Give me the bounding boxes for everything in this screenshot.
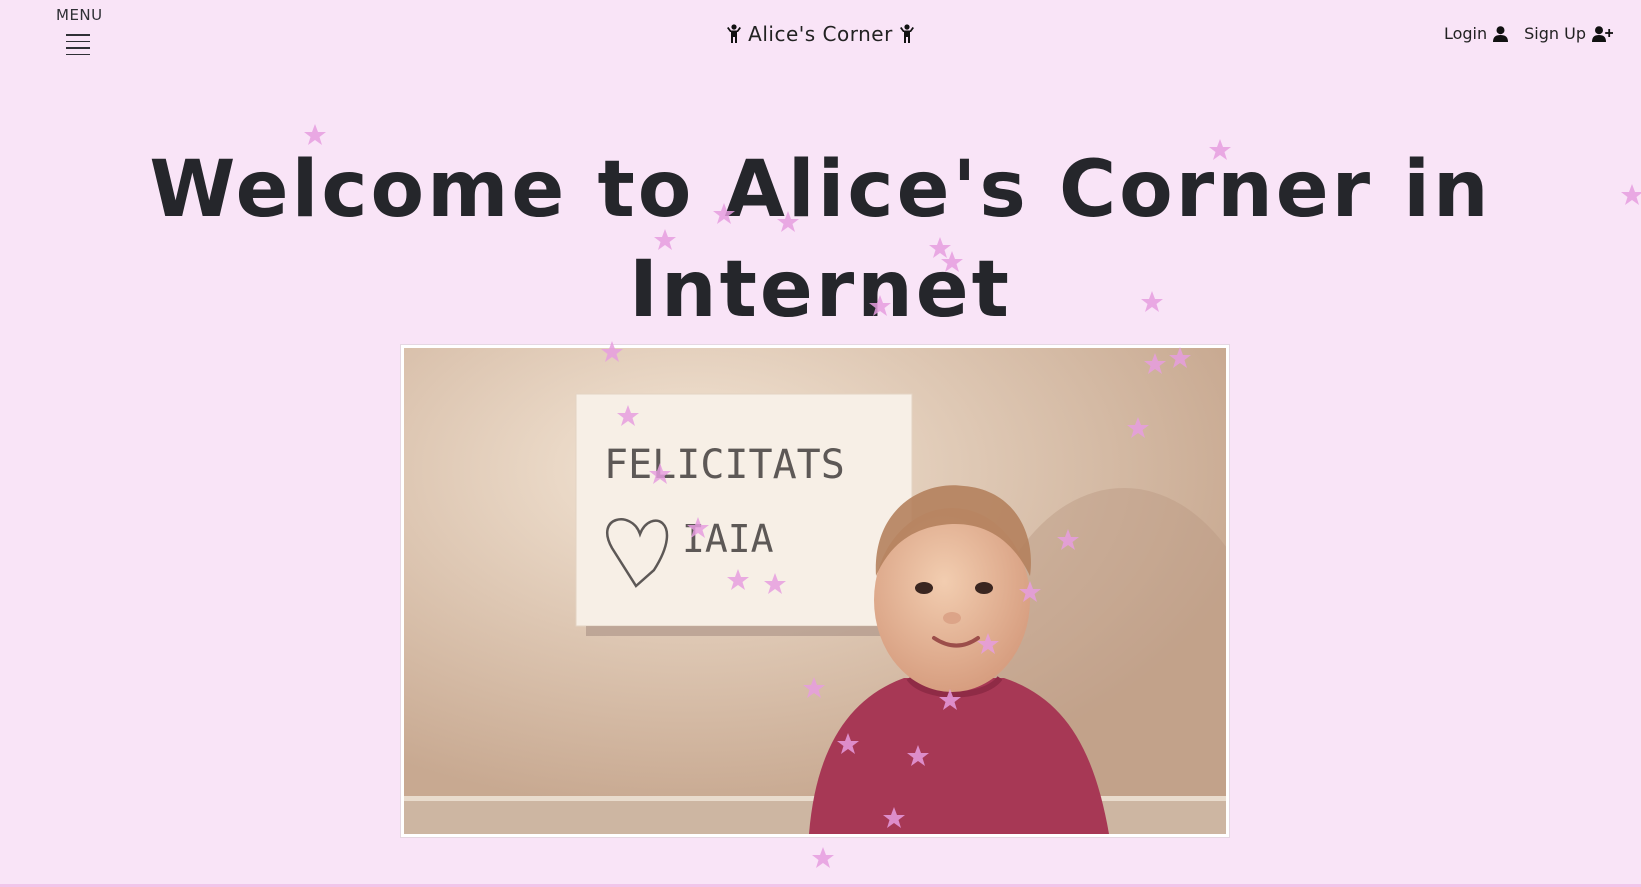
user-icon — [1493, 25, 1509, 42]
hero-image-frame: FELICITATS IAIA — [400, 344, 1230, 838]
star-icon — [812, 847, 834, 868]
auth-links: Login Sign Up — [1444, 24, 1613, 43]
photo-sign-line1: FELICITATS — [604, 442, 845, 488]
hero-title: Welcome to Alice's Corner in Internet — [149, 145, 1492, 335]
login-label: Login — [1443, 24, 1488, 43]
child-icon — [899, 24, 914, 43]
brand-title: Alice's Corner — [748, 22, 893, 46]
child-icon — [727, 24, 742, 43]
baby-photo-illustration: FELICITATS IAIA — [404, 348, 1226, 834]
page: MENU Alice's Corner Login Sign Up Welcom… — [0, 0, 1641, 887]
user-plus-icon — [1592, 25, 1613, 42]
signup-label: Sign Up — [1524, 24, 1586, 43]
login-link[interactable]: Login — [1443, 24, 1509, 43]
signup-link[interactable]: Sign Up — [1524, 24, 1613, 43]
photo-sign-line2: IAIA — [682, 517, 774, 561]
site-brand[interactable]: Alice's Corner — [0, 22, 1641, 46]
hero-photo: FELICITATS IAIA — [404, 348, 1226, 834]
